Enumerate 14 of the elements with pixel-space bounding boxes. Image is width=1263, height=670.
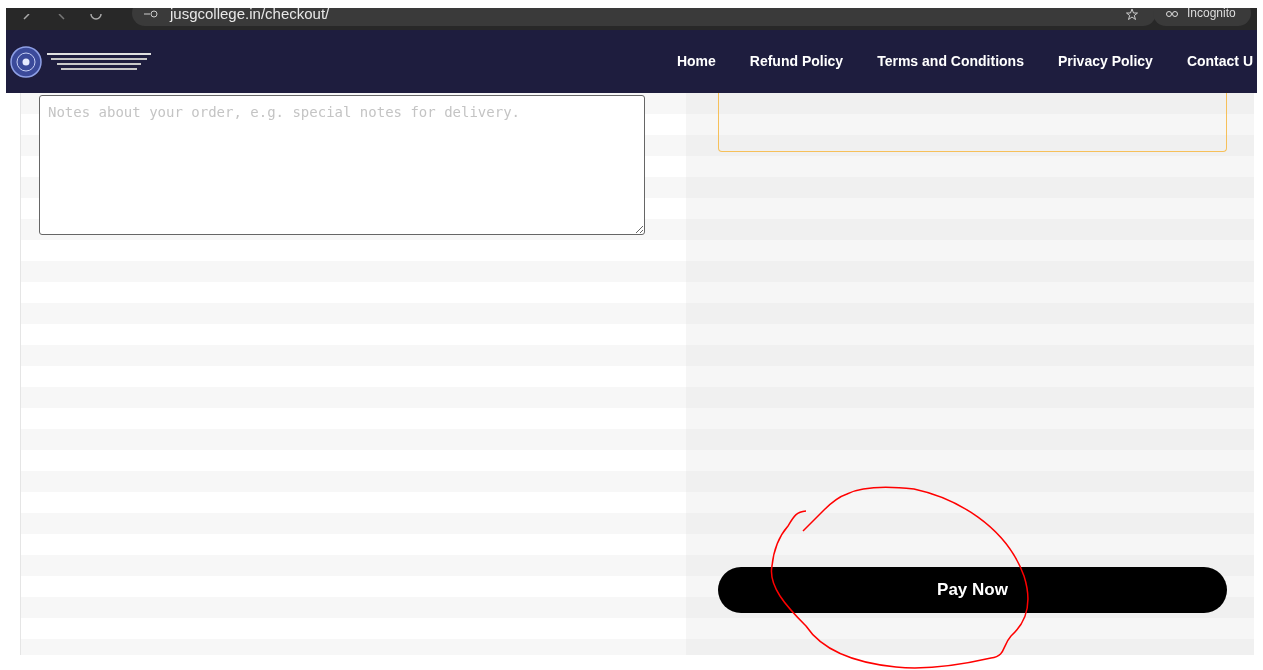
- nav-link[interactable]: Home: [676, 51, 716, 72]
- site-settings-icon[interactable]: [144, 8, 158, 18]
- profile-chip[interactable]: Incognito: [1153, 8, 1251, 26]
- pay-now-button[interactable]: Pay Now: [718, 567, 1227, 613]
- address-bar[interactable]: jusgcollege.in/checkout/: [132, 8, 1156, 26]
- nav-link[interactable]: Contact U: [1186, 51, 1253, 72]
- url-text: jusgcollege.in/checkout/: [170, 8, 330, 21]
- nav-link[interactable]: Terms and Conditions: [877, 51, 1024, 72]
- order-notes-field[interactable]: Notes about your order, e.g. special notes for delivery.: [39, 95, 645, 235]
- star-icon[interactable]: [1126, 8, 1138, 20]
- nav-link[interactable]: Refund Policy: [749, 51, 844, 72]
- profile-label: Incognito: [1187, 8, 1236, 19]
- nav-link[interactable]: Privacy Policy: [1057, 51, 1153, 72]
- incognito-icon: [1165, 8, 1179, 18]
